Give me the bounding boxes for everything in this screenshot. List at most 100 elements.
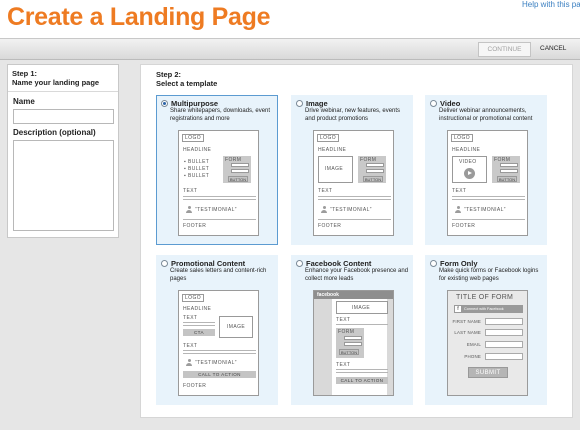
sidebar [314,299,332,395]
form-field [366,169,384,173]
thumb-field-label: EMAIL [466,342,481,347]
thumb-bullet: ▪ BULLET [184,159,210,165]
play-icon [464,168,475,179]
name-input[interactable] [13,109,114,124]
radio-icon[interactable] [430,100,437,107]
thumb-image: IMAGE [227,324,246,330]
thumb-video: VIDEO [459,159,477,165]
thumb-cta: CTA [183,329,215,336]
step2-heading: Step 2: Select a template [156,70,217,88]
template-description: Create sales letters and content-rich pa… [170,268,267,282]
thumb-logo: LOGO [185,295,202,301]
thumb-text: TEXT [336,362,351,368]
step2-title: Step 2: [156,70,182,79]
description-label: Description (optional) [13,128,96,137]
template-title: Form Only [430,259,478,268]
form-field [485,329,523,336]
divider [183,219,256,220]
step1-title: Step 1: [12,69,38,78]
thumb-text: TEXT [183,315,198,321]
thumb-call-to-action: CALL TO ACTION [183,371,256,378]
template-title: Image [296,99,328,108]
thumb-headline: HEADLINE [183,147,212,153]
thumb-testimonial: “TESTIMONIAL” [195,207,237,213]
template-title-label: Promotional Content [171,259,246,268]
thumb-bullet: ▪ BULLET [184,173,210,179]
form-field [231,169,249,173]
template-thumbnail: LOGO HEADLINE ▪ BULLET ▪ BULLET ▪ BULLET… [178,130,259,236]
template-card-form-only[interactable]: Form Only Make quick forms or Facebook l… [425,255,547,405]
divider [452,219,525,220]
thumb-facebook-bar: facebook [314,291,393,299]
template-card-facebook[interactable]: Facebook Content Enhance your Facebook p… [291,255,413,405]
radio-icon[interactable] [296,100,303,107]
form-field [500,163,518,167]
template-title: Video [430,99,460,108]
thumb-headline: HEADLINE [452,147,481,153]
template-title: Promotional Content [161,259,245,268]
template-title-label: Video [440,99,461,108]
thumb-button: BUTTON [363,176,383,182]
template-title-label: Facebook Content [306,259,372,268]
template-title: Facebook Content [296,259,371,268]
radio-selected-icon[interactable] [161,100,168,107]
thumb-image: IMAGE [352,305,371,311]
page-title: Create a Landing Page [7,3,271,31]
template-thumbnail: LOGO HEADLINE IMAGE FORM BUTTON TEXT “TE… [313,130,394,236]
thumb-form: FORM [338,329,355,335]
thumb-logo: LOGO [320,135,337,141]
template-thumbnail: TITLE OF FORM Connect with Facebook f FI… [447,290,528,396]
radio-icon[interactable] [161,260,168,267]
thumb-text: TEXT [183,343,198,349]
form-field [485,318,523,325]
template-thumbnail: LOGO HEADLINE TEXT CTA IMAGE TEXT “TESTI… [178,290,259,396]
template-card-multipurpose[interactable]: Multipurpose Share whitepapers, download… [156,95,278,245]
person-icon [186,206,192,213]
step1-panel: Step 1: Name your landing page Name Desc… [7,64,119,238]
template-description: Drive webinar, new features, events and … [305,108,401,122]
thumb-footer: FOOTER [318,223,342,229]
text-line [183,350,256,351]
text-line [318,196,391,197]
template-description: Deliver webinar announcements, instructi… [439,108,533,122]
thumb-text: TEXT [452,188,467,194]
thumb-field-label: PHONE [464,354,481,359]
cancel-button[interactable]: CANCEL [540,42,566,57]
description-textarea[interactable] [13,140,114,231]
continue-button[interactable]: CONTINUE [478,42,531,57]
text-line [183,322,215,323]
thumb-button: BUTTON [339,349,359,355]
thumb-text: TEXT [318,188,333,194]
template-title-label: Multipurpose [171,99,219,108]
template-card-image[interactable]: Image Drive webinar, new features, event… [291,95,413,245]
person-icon [455,206,461,213]
step2-subtitle: Select a template [156,79,218,88]
facebook-icon: f [455,306,461,312]
text-line [336,324,388,325]
thumb-headline: HEADLINE [318,147,347,153]
text-line [336,372,388,373]
help-link[interactable]: Help with this page [522,0,580,9]
thumb-form-title: TITLE OF FORM [456,294,514,301]
thumb-field-label: FIRST NAME [452,319,481,324]
text-line [452,199,525,200]
thumb-headline: HEADLINE [183,306,212,312]
template-title-label: Image [306,99,328,108]
thumb-footer: FOOTER [183,223,207,229]
form-field [366,163,384,167]
template-card-promotional[interactable]: Promotional Content Create sales letters… [156,255,278,405]
thumb-logo: LOGO [185,135,202,141]
thumb-call-to-action: CALL TO ACTION [336,377,388,384]
person-icon [186,359,192,366]
thumb-button: BUTTON [497,176,517,182]
thumb-testimonial: “TESTIMONIAL” [464,207,506,213]
form-field [485,353,523,360]
form-field [485,341,523,348]
template-card-video[interactable]: Video Deliver webinar announcements, ins… [425,95,547,245]
text-line [183,325,215,326]
form-field [500,169,518,173]
radio-icon[interactable] [430,260,437,267]
radio-icon[interactable] [296,260,303,267]
template-title-label: Form Only [440,259,478,268]
template-thumbnail: LOGO HEADLINE VIDEO FORM BUTTON TEXT “TE… [447,130,528,236]
